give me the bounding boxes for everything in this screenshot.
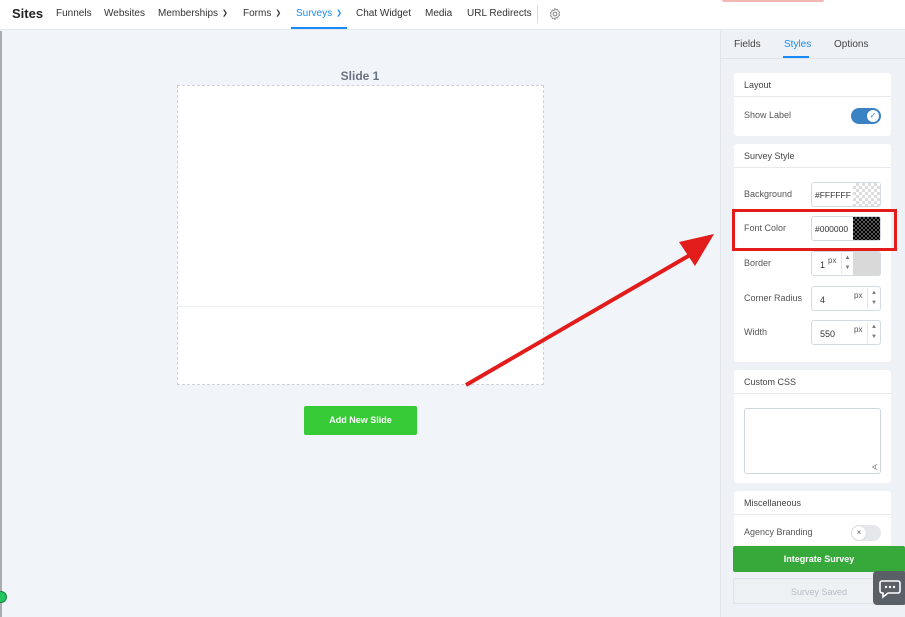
background-color-field[interactable]: #FFFFFF: [811, 182, 881, 207]
tab-styles[interactable]: Styles: [784, 39, 811, 50]
border-value: 1: [820, 260, 826, 270]
width-label: Width: [744, 327, 768, 337]
corner-radius-label: Corner Radius: [744, 293, 803, 303]
nav-forms[interactable]: Forms ❯: [243, 8, 281, 19]
chat-bubble-icon[interactable]: [873, 571, 905, 605]
background-label: Background: [744, 189, 793, 199]
nav-websites[interactable]: Websites: [104, 8, 145, 19]
corner-radius-stepper[interactable]: ▲ ▼: [867, 288, 880, 309]
slide-divider: [178, 306, 543, 307]
custom-css-textarea[interactable]: ∢: [744, 408, 881, 474]
nav-divider: [537, 5, 538, 23]
nav-memberships[interactable]: Memberships ❯: [158, 8, 228, 19]
slide-canvas[interactable]: [177, 85, 544, 385]
gear-icon[interactable]: [548, 7, 562, 21]
border-color-swatch[interactable]: [853, 252, 880, 275]
nav-url-redirects[interactable]: URL Redirects: [467, 8, 532, 19]
close-icon: ×: [852, 526, 866, 540]
custom-css-card: Custom CSS ∢: [734, 370, 891, 483]
survey-style-card: Survey Style Background #FFFFFF Font Col…: [734, 144, 891, 362]
nav-chat-widget[interactable]: Chat Widget: [356, 8, 411, 19]
tab-options[interactable]: Options: [834, 39, 868, 50]
agency-branding-toggle[interactable]: ×: [851, 525, 881, 541]
nav-funnels[interactable]: Funnels: [56, 8, 92, 19]
show-label-toggle[interactable]: ✓: [851, 108, 881, 124]
resize-grip-icon[interactable]: ∢: [871, 463, 878, 472]
width-field[interactable]: 550 px ▲ ▼: [811, 320, 881, 345]
status-indicator-icon[interactable]: [0, 591, 7, 603]
chevron-down-icon: ❯: [222, 10, 228, 17]
background-swatch[interactable]: [853, 183, 880, 206]
active-tab-underline: [783, 56, 809, 58]
nav-media[interactable]: Media: [425, 8, 452, 19]
background-color-value: #FFFFFF: [815, 190, 851, 200]
border-field[interactable]: 1 px ▲ ▼: [811, 251, 881, 276]
width-value: 550: [820, 329, 836, 339]
layout-card: Layout Show Label ✓: [734, 73, 891, 136]
brand-title: Sites: [12, 6, 44, 21]
nav-surveys[interactable]: Surveys ❯: [296, 8, 342, 19]
left-edge: [0, 31, 2, 617]
add-new-slide-button[interactable]: Add New Slide: [304, 406, 417, 435]
layout-heading: Layout: [734, 73, 891, 97]
check-icon: ✓: [867, 110, 879, 122]
misc-card: Miscellaneous Agency Branding ×: [734, 491, 891, 547]
border-label: Border: [744, 258, 772, 268]
integrate-survey-button[interactable]: Integrate Survey: [733, 546, 905, 572]
tabs-divider: [721, 58, 905, 59]
border-unit: px: [828, 256, 837, 265]
show-label-label: Show Label: [744, 110, 792, 120]
corner-radius-field[interactable]: 4 px ▲ ▼: [811, 286, 881, 311]
width-stepper[interactable]: ▲ ▼: [867, 322, 880, 343]
slide-title: Slide 1: [340, 69, 380, 83]
tab-fields[interactable]: Fields: [734, 39, 761, 50]
top-hint-bar: [722, 0, 824, 2]
active-nav-underline: [291, 27, 347, 29]
custom-css-heading: Custom CSS: [734, 370, 891, 394]
border-stepper[interactable]: ▲ ▼: [841, 253, 853, 274]
agency-branding-label: Agency Branding: [744, 527, 813, 537]
corner-radius-unit: px: [854, 291, 863, 300]
top-nav: Sites Funnels Websites Memberships ❯ Form…: [0, 0, 905, 30]
font-color-highlight-box: [732, 209, 897, 251]
corner-radius-value: 4: [820, 295, 826, 305]
survey-style-heading: Survey Style: [734, 144, 891, 168]
styles-panel: Fields Styles Options Layout Show Label …: [720, 31, 905, 617]
misc-heading: Miscellaneous: [734, 491, 891, 515]
chevron-down-icon: ❯: [336, 10, 342, 17]
width-unit: px: [854, 325, 863, 334]
chevron-down-icon: ❯: [275, 10, 282, 17]
